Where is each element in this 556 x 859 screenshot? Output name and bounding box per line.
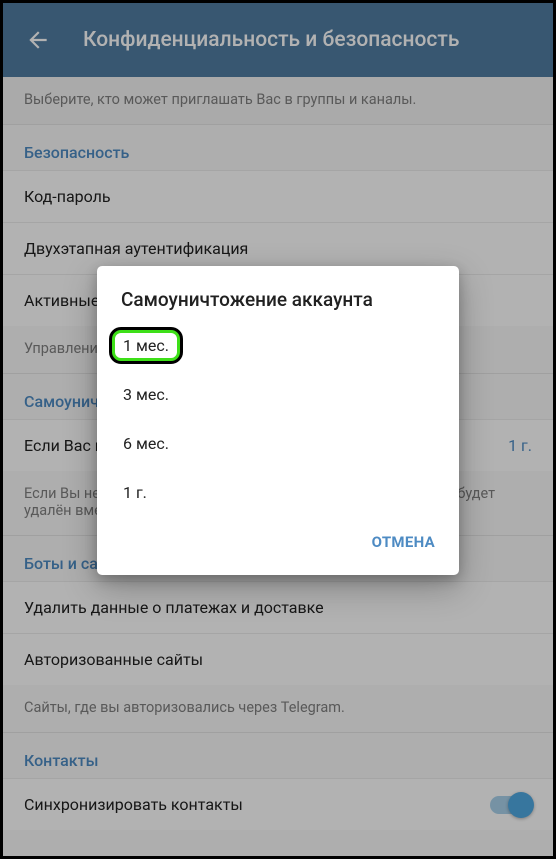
dialog-title: Самоуничтожение аккаунта (97, 288, 459, 317)
dialog-actions: ОТМЕНА (97, 517, 459, 569)
option-1-month[interactable]: 1 мес. (97, 321, 459, 370)
option-label: 1 г. (123, 483, 147, 502)
option-label: 6 мес. (123, 434, 169, 453)
option-1-year[interactable]: 1 г. (97, 468, 459, 517)
option-3-months[interactable]: 3 мес. (97, 370, 459, 419)
dialog-options-list: 1 мес. 3 мес. 6 мес. 1 г. (97, 317, 459, 517)
self-destruct-dialog: Самоуничтожение аккаунта 1 мес. 3 мес. 6… (97, 266, 459, 575)
option-label: 3 мес. (123, 385, 169, 404)
option-6-months[interactable]: 6 мес. (97, 419, 459, 468)
cancel-button[interactable]: ОТМЕНА (360, 523, 447, 561)
option-label: 1 мес. (123, 336, 169, 355)
